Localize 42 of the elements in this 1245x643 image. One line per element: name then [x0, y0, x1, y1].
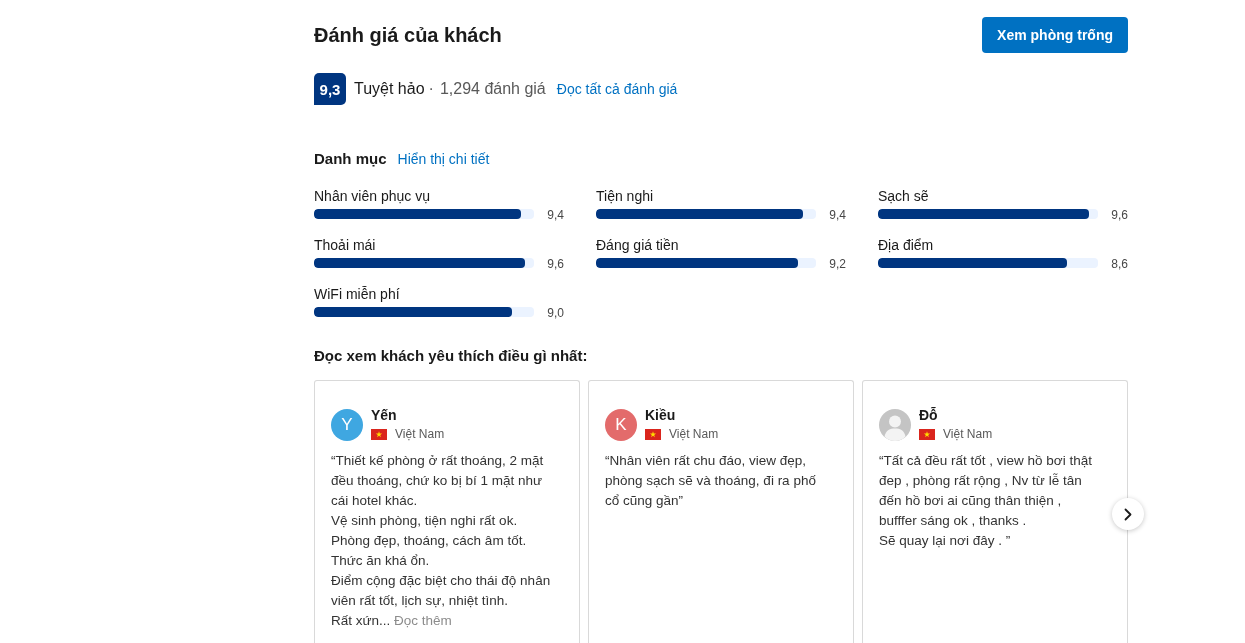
review-text: “Thiết kế phòng ở rất thoáng, 2 mặt đều thoáng, chứ ko bị bí 1 mặt như cái hotel khác. Vệ sinh phòng, tiện nghi rất ok. Phòng đẹp, thoáng, cách âm tốt. Thức ăn khá ổn. Điểm cộng đặc biệt cho thái độ nhân viên rất tốt, lịch sự, nhiệt tình. Rất xứn... Đọc thêm	[331, 452, 552, 630]
category-score: 9,2	[829, 257, 846, 271]
country-name: Việt Nam	[943, 427, 993, 441]
read-more-link[interactable]: Đọc thêm	[394, 613, 452, 628]
score-badge: 9,3	[314, 73, 346, 105]
category-score: 9,0	[547, 306, 564, 320]
category-score: 8,6	[1111, 257, 1128, 271]
category-name: Địa điểm	[878, 236, 934, 254]
category-score: 9,6	[1111, 208, 1128, 222]
read-all-reviews-link[interactable]: Đọc tất cả đánh giá	[556, 81, 678, 97]
review-text: “Nhân viên rất chu đáo, view đẹp, phòng sạch sẽ và thoáng, đi ra phố cổ cũng gần”	[605, 452, 817, 510]
avatar: Y	[331, 409, 363, 441]
category-name: Nhân viên phục vụ	[314, 187, 430, 205]
separator-dot: ·	[428, 80, 434, 98]
avatar: K	[605, 409, 637, 441]
country-name: Việt Nam	[669, 427, 719, 441]
avatar-silhouette-icon	[879, 409, 911, 441]
category-score: 9,4	[829, 208, 846, 222]
country-name: Việt Nam	[395, 427, 445, 441]
rating-label: Tuyệt hảo	[354, 80, 425, 98]
reviewer-name: Kiều	[645, 407, 676, 424]
review-text: “Tất cả đều rất tốt , view hồ bơi thật đep , phòng rất rộng , Nv từ lễ tân đến hồ bơi ai cũng thân thiện , bufffer sáng ok , thanks . Sẽ quay lại nơi đây . ”	[879, 452, 1093, 550]
flag-icon	[371, 428, 387, 440]
category-name: Sạch sẽ	[878, 187, 929, 205]
category-name: WiFi miễn phí	[314, 285, 400, 303]
category-score: 9,6	[547, 257, 564, 271]
show-rooms-button[interactable]: Xem phòng trống	[982, 17, 1128, 53]
show-details-link[interactable]: Hiển thị chi tiết	[397, 151, 490, 167]
reviewer-name: Đỗ	[919, 407, 938, 424]
flag-icon	[919, 428, 935, 440]
review-count: 1,294 đánh giá	[439, 80, 546, 98]
categories-title: Danh mục	[314, 149, 387, 169]
category-name: Tiện nghi	[596, 187, 654, 205]
section-title: Đánh giá của khách	[314, 23, 502, 47]
chevron-right-icon	[1124, 507, 1132, 521]
category-name: Thoải mái	[314, 236, 376, 254]
category-score: 9,4	[547, 208, 564, 222]
reviewer-name: Yến	[371, 407, 397, 424]
next-arrow-button[interactable]	[1112, 498, 1144, 530]
flag-icon	[645, 428, 661, 440]
highlights-title: Đọc xem khách yêu thích điều gì nhất:	[314, 346, 589, 366]
category-name: Đáng giá tiền	[596, 236, 679, 254]
